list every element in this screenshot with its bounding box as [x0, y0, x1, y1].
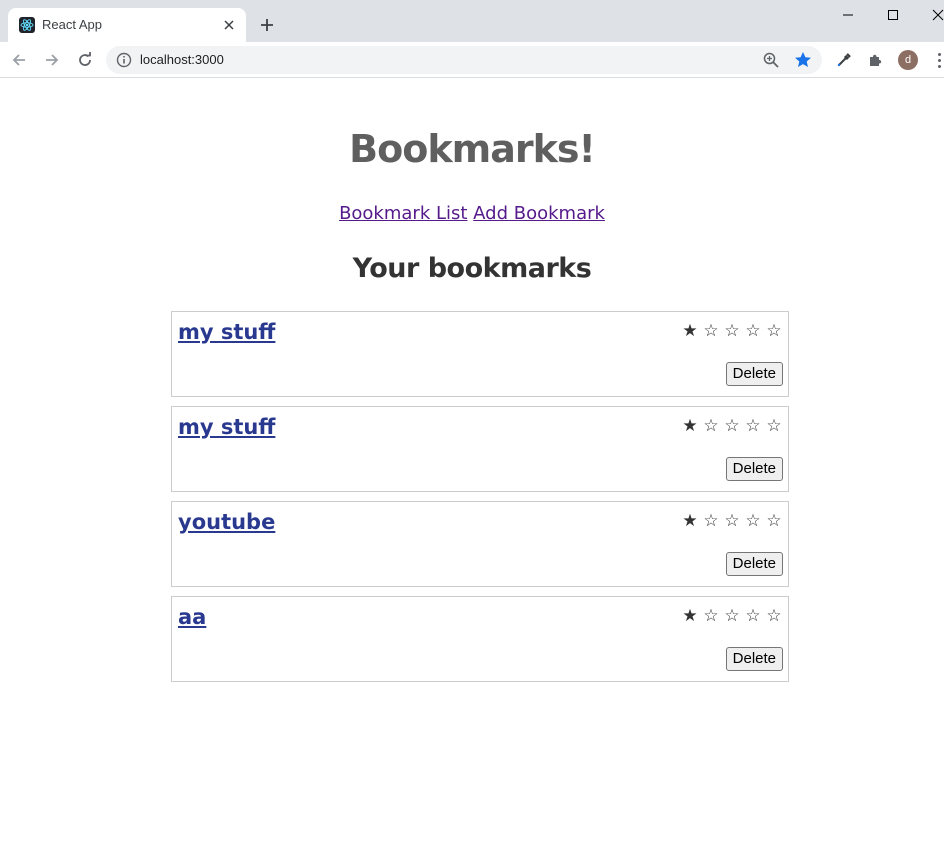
star-empty-icon[interactable]: ☆: [766, 607, 782, 625]
tab-strip: React App: [0, 0, 944, 42]
delete-button[interactable]: Delete: [725, 552, 783, 576]
back-arrow-icon[interactable]: [8, 49, 30, 71]
star-empty-icon[interactable]: ☆: [724, 607, 740, 625]
bookmark-card: my stuff ★ ☆ ☆ ☆ ☆ Delete: [171, 406, 789, 492]
star-rating: ★ ☆ ☆ ☆ ☆: [682, 417, 782, 435]
bookmark-card: aa ★ ☆ ☆ ☆ ☆ Delete: [171, 596, 789, 682]
nav-link-add-bookmark[interactable]: Add Bookmark: [473, 203, 605, 224]
star-empty-icon[interactable]: ☆: [766, 512, 782, 530]
browser-menu-icon[interactable]: [934, 50, 944, 70]
star-empty-icon[interactable]: ☆: [745, 322, 761, 340]
star-empty-icon[interactable]: ☆: [703, 512, 719, 530]
star-empty-icon[interactable]: ☆: [703, 322, 719, 340]
star-rating: ★ ☆ ☆ ☆ ☆: [682, 607, 782, 625]
bookmark-star-icon[interactable]: [793, 50, 813, 70]
window-close-icon[interactable]: [928, 6, 944, 24]
extensions-puzzle-icon[interactable]: [866, 50, 886, 70]
profile-avatar[interactable]: d: [898, 50, 918, 70]
delete-button[interactable]: Delete: [725, 362, 783, 386]
reload-icon[interactable]: [74, 49, 96, 71]
site-info-icon[interactable]: [116, 52, 132, 68]
bookmark-title-link[interactable]: my stuff: [178, 415, 275, 439]
browser-tab[interactable]: React App: [8, 8, 246, 42]
star-empty-icon[interactable]: ☆: [703, 607, 719, 625]
delete-button[interactable]: Delete: [725, 647, 783, 671]
star-filled-icon[interactable]: ★: [682, 512, 698, 530]
app-nav: Bookmark List Add Bookmark: [0, 203, 944, 224]
delete-button[interactable]: Delete: [725, 457, 783, 481]
bookmark-title-link[interactable]: aa: [178, 605, 206, 629]
eyedropper-extension-icon[interactable]: [834, 50, 854, 70]
star-empty-icon[interactable]: ☆: [766, 322, 782, 340]
star-filled-icon[interactable]: ★: [682, 322, 698, 340]
bookmark-list: my stuff ★ ☆ ☆ ☆ ☆ Delete my stuff ★ ☆ ☆ ☆ ☆ Del…: [171, 311, 789, 691]
react-favicon-icon: [19, 17, 35, 33]
star-empty-icon[interactable]: ☆: [745, 417, 761, 435]
tab-title: React App: [42, 17, 102, 32]
bookmark-card: youtube ★ ☆ ☆ ☆ ☆ Delete: [171, 501, 789, 587]
star-empty-icon[interactable]: ☆: [724, 512, 740, 530]
bookmark-title-link[interactable]: youtube: [178, 510, 275, 534]
star-empty-icon[interactable]: ☆: [766, 417, 782, 435]
star-empty-icon[interactable]: ☆: [745, 512, 761, 530]
window-maximize-icon[interactable]: [883, 6, 903, 24]
new-tab-plus-icon[interactable]: [256, 14, 278, 36]
window-minimize-icon[interactable]: [838, 6, 858, 24]
browser-toolbar: localhost:3000 d: [0, 42, 944, 78]
forward-arrow-icon[interactable]: [41, 49, 63, 71]
section-title: Your bookmarks: [352, 253, 592, 284]
star-empty-icon[interactable]: ☆: [724, 417, 740, 435]
star-empty-icon[interactable]: ☆: [745, 607, 761, 625]
bookmark-title-link[interactable]: my stuff: [178, 320, 275, 344]
bookmark-card: my stuff ★ ☆ ☆ ☆ ☆ Delete: [171, 311, 789, 397]
zoom-icon[interactable]: [762, 51, 780, 69]
star-filled-icon[interactable]: ★: [682, 607, 698, 625]
url-text[interactable]: localhost:3000: [140, 52, 224, 67]
address-bar[interactable]: localhost:3000: [106, 46, 822, 74]
star-rating: ★ ☆ ☆ ☆ ☆: [682, 512, 782, 530]
tab-close-icon[interactable]: [220, 16, 238, 34]
app-title: Bookmarks!: [349, 127, 596, 171]
star-rating: ★ ☆ ☆ ☆ ☆: [682, 322, 782, 340]
page-content: Bookmarks! Bookmark List Add Bookmark Yo…: [0, 79, 944, 845]
star-filled-icon[interactable]: ★: [682, 417, 698, 435]
star-empty-icon[interactable]: ☆: [724, 322, 740, 340]
nav-link-bookmark-list[interactable]: Bookmark List: [339, 203, 467, 224]
star-empty-icon[interactable]: ☆: [703, 417, 719, 435]
